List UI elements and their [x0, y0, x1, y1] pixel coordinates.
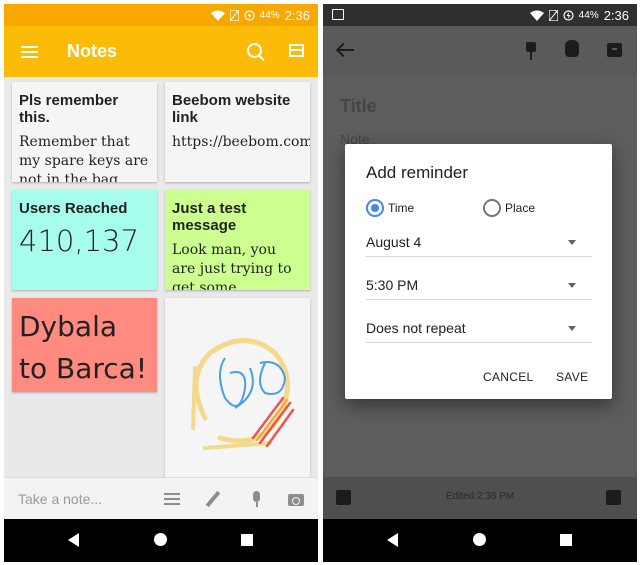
back-icon[interactable]: [68, 533, 79, 547]
recents-icon[interactable]: [560, 534, 572, 546]
note-card-test-message[interactable]: Just a test message Look man, you are ju…: [165, 190, 310, 290]
checklist-icon[interactable]: [164, 491, 180, 507]
place-radio[interactable]: [483, 199, 501, 217]
dialog-title: Add reminder: [366, 163, 469, 182]
image-icon: [332, 9, 344, 20]
no-sim-icon: [229, 10, 239, 21]
note-title: Users Reached: [19, 200, 128, 217]
take-note-bar[interactable]: Take a note...: [4, 477, 318, 520]
mic-icon[interactable]: [249, 491, 265, 507]
date-dropdown[interactable]: August 4: [366, 226, 592, 257]
status-bar: 44% 2:36: [4, 4, 318, 26]
battery-charging-icon: [563, 10, 574, 21]
note-title: Pls remember this.: [19, 92, 119, 126]
more-icon[interactable]: [606, 490, 621, 505]
note-card-dybala[interactable]: Dybala to Barca!: [12, 298, 157, 392]
editor-footer: Edited 2:36 PM: [323, 477, 637, 519]
menu-icon[interactable]: [21, 46, 38, 58]
wifi-icon: [210, 10, 225, 21]
keep-notes-screen: 44% 2:36 Notes Pls remember this. Rememb…: [4, 4, 318, 562]
back-arrow-icon[interactable]: [339, 49, 354, 51]
edited-timestamp: Edited 2:36 PM: [445, 491, 515, 502]
repeat-dropdown[interactable]: Does not repeat: [366, 312, 592, 343]
repeat-value: Does not repeat: [366, 320, 466, 336]
battery-percent: 44%: [259, 10, 280, 21]
dropdown-arrow-icon: [568, 326, 576, 331]
note-title: Beebom website link: [172, 92, 291, 126]
archive-icon[interactable]: [607, 43, 622, 57]
status-time: 2:36: [284, 8, 310, 23]
camera-icon[interactable]: [288, 491, 304, 507]
status-bar: 44% 2:36: [323, 4, 637, 26]
back-icon[interactable]: [387, 533, 398, 547]
note-body: https://beebom.com: [172, 134, 310, 150]
title-field[interactable]: Title: [340, 96, 377, 117]
search-icon[interactable]: [247, 43, 262, 58]
editor-toolbar: [323, 26, 637, 77]
battery-charging-icon: [244, 10, 255, 21]
dropdown-arrow-icon: [568, 283, 576, 288]
time-radio-label: Time: [388, 201, 415, 215]
navigation-bar: [4, 519, 318, 562]
note-body: Dybala to Barca!: [19, 310, 148, 385]
note-title: Just a test message: [172, 200, 247, 234]
note-card-users[interactable]: Users Reached 410,137: [12, 190, 157, 290]
list-view-icon[interactable]: [289, 44, 304, 57]
home-icon[interactable]: [473, 533, 486, 546]
note-body: Remember that my spare keys are not in t…: [19, 134, 149, 182]
note-body: Look man, you are just trying to get som…: [172, 242, 292, 290]
dropdown-arrow-icon: [568, 240, 576, 245]
add-reminder-dialog: Add reminder Time Place August 4 5:30 PM…: [345, 144, 612, 399]
time-value: 5:30 PM: [366, 277, 419, 293]
app-title: Notes: [67, 41, 118, 61]
note-body: 410,137: [19, 224, 139, 258]
app-bar: Notes: [4, 26, 318, 77]
note-card-drawing[interactable]: [165, 298, 310, 478]
time-radio[interactable]: [366, 199, 384, 217]
pin-icon[interactable]: [526, 42, 536, 60]
place-radio-label: Place: [505, 201, 536, 215]
drawing-sketch: [191, 338, 295, 450]
no-sim-icon: [548, 10, 558, 21]
note-card-reminder[interactable]: Pls remember this. Remember that my spar…: [12, 82, 157, 182]
navigation-bar: [323, 519, 637, 562]
note-card-website[interactable]: Beebom website link https://beebom.com: [165, 82, 310, 182]
note-editor-screen: 44% 2:36 Title Note Edited 2:36 PM Add r…: [323, 4, 637, 562]
reminder-icon[interactable]: [565, 40, 579, 57]
home-icon[interactable]: [154, 533, 167, 546]
pen-icon[interactable]: [205, 491, 221, 507]
status-time: 2:36: [603, 8, 629, 23]
wifi-icon: [529, 10, 544, 21]
cancel-button[interactable]: CANCEL: [483, 370, 533, 384]
recents-icon[interactable]: [241, 534, 253, 546]
save-button[interactable]: SAVE: [556, 370, 588, 384]
battery-percent: 44%: [578, 10, 599, 21]
take-note-input[interactable]: Take a note...: [18, 491, 102, 507]
time-dropdown[interactable]: 5:30 PM: [366, 269, 592, 300]
date-value: August 4: [366, 234, 422, 250]
